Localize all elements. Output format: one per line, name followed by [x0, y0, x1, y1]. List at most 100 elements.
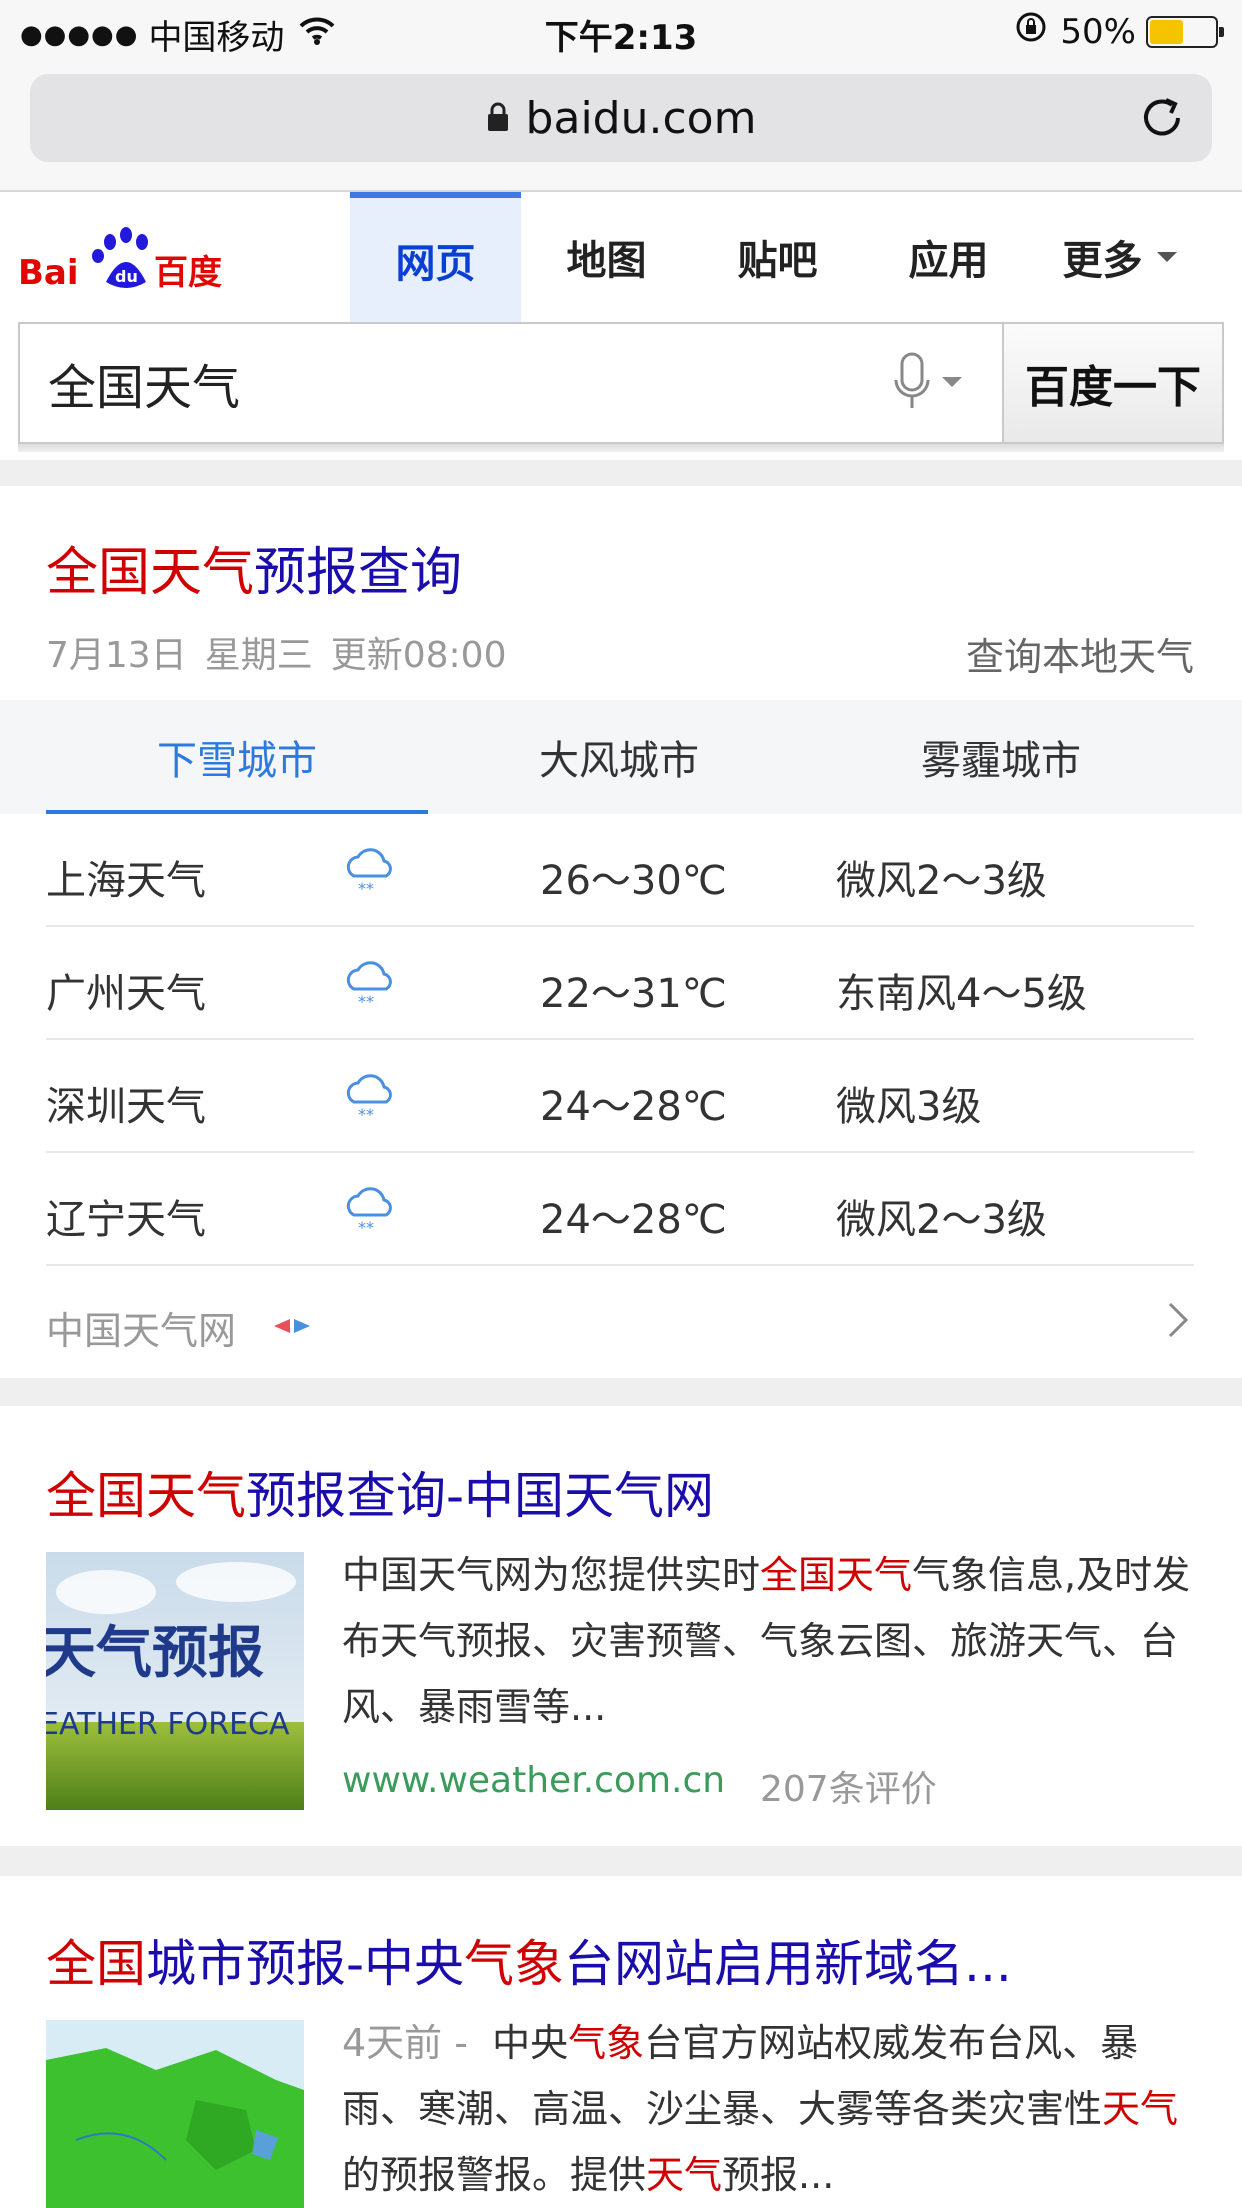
snow-cloud-icon: **	[342, 1070, 398, 1126]
tab-apps[interactable]: 应用	[863, 192, 1034, 322]
svg-text:**: **	[358, 879, 374, 898]
desc-text: 的预报警报。提供	[342, 2153, 647, 2197]
weekday: 星期三	[204, 635, 313, 676]
wind: 微风2～3级	[836, 1197, 1047, 1243]
weather-card-title[interactable]: 全国天气预报查询	[46, 530, 462, 605]
result-date: 4天前 -	[342, 2021, 468, 2065]
snow-cloud-icon: **	[342, 844, 398, 900]
result-thumbnail-map[interactable]	[46, 2020, 304, 2208]
tab-map[interactable]: 地图	[521, 192, 692, 322]
wind: 东南风4～5级	[836, 971, 1087, 1017]
browser-toolbar: baidu.com	[0, 62, 1242, 192]
desc-highlight: 气象	[568, 2021, 645, 2065]
search-query: 全国天气	[48, 360, 241, 416]
weather-row[interactable]: 深圳天气 ** 24～28℃ 微风3级	[46, 1040, 1194, 1153]
result-thumbnail-weather-forecast[interactable]: 天气预报 EATHER FORECA	[46, 1552, 304, 1810]
weather-tabs: 下雪城市 大风城市 雾霾城市	[0, 700, 1242, 814]
tab-wind-cities[interactable]: 大风城市	[428, 700, 810, 814]
svg-text:du: du	[115, 267, 138, 286]
desc-highlight: 全国天气	[760, 1553, 913, 1597]
thumb-text: 天气预报	[46, 1621, 264, 1686]
desc-highlight: 天气	[646, 2153, 723, 2197]
url-text: baidu.com	[525, 92, 757, 144]
chevron-down-icon	[942, 377, 962, 387]
status-bar: ●●●●● 中国移动 下午2:13 50%	[0, 0, 1242, 62]
result-url-1[interactable]: www.weather.com.cn	[342, 1760, 725, 1801]
title-text: 预报查询	[254, 543, 463, 603]
wind: 微风3级	[836, 1084, 982, 1130]
voice-search[interactable]	[892, 352, 962, 412]
weather-row[interactable]: 辽宁天气 ** 24～28℃ 微风2～3级	[46, 1153, 1194, 1266]
thumb-text-en: EATHER FORECA	[46, 1707, 290, 1742]
tab-snow-cities[interactable]: 下雪城市	[46, 700, 428, 814]
nav-tabs: 网页 地图 贴吧 应用 更多	[350, 192, 1205, 322]
tab-label: 更多	[1062, 238, 1143, 284]
temperature: 24～28℃	[540, 1197, 727, 1243]
battery-icon	[1146, 15, 1224, 48]
snow-cloud-icon: **	[342, 1183, 398, 1239]
temperature: 24～28℃	[540, 1084, 727, 1130]
address-bar[interactable]: baidu.com	[30, 74, 1212, 162]
tab-label: 应用	[908, 238, 989, 284]
result-title-2[interactable]: 全国城市预报-中央气象台网站启用新域名...	[46, 1924, 1012, 1996]
search-row: 全国天气 百度一下	[18, 322, 1224, 444]
svg-text:**: **	[358, 1218, 374, 1237]
tab-label: 地图	[566, 238, 647, 284]
search-input[interactable]: 全国天气	[18, 322, 1002, 444]
tab-label: 网页	[395, 241, 476, 287]
title-text: 预报查询-中国天气网	[246, 1467, 715, 1525]
result-description-1: 中国天气网为您提供实时全国天气气象信息,及时发布天气预报、灾害预警、气象云图、旅…	[342, 1542, 1202, 1740]
baidu-logo[interactable]: du Bai 百度	[18, 222, 238, 302]
microphone-icon	[894, 352, 930, 408]
desc-text: 中央	[492, 2021, 569, 2065]
desc-text: 预报...	[722, 2153, 835, 2197]
divider	[18, 444, 1224, 452]
update-time: 更新08:00	[330, 635, 507, 676]
tab-more[interactable]: 更多	[1034, 192, 1205, 322]
tab-webpage[interactable]: 网页	[350, 192, 521, 322]
local-weather-link[interactable]: 查询本地天气	[966, 626, 1194, 681]
title-highlight: 全国	[46, 1935, 146, 1993]
city-name: 上海天气	[46, 858, 206, 904]
battery-percent: 50%	[1060, 11, 1136, 52]
result-rating[interactable]: 207条评价	[760, 1760, 937, 1812]
city-name: 深圳天气	[46, 1084, 206, 1130]
city-name: 辽宁天气	[46, 1197, 206, 1243]
weather-row[interactable]: 广州天气 ** 22～31℃ 东南风4～5级	[46, 927, 1194, 1040]
result-description-2: 4天前 - 中央气象台官方网站权威发布台风、暴雨、寒潮、高温、沙尘暴、大雾等各类…	[342, 2010, 1202, 2208]
svg-text:百度: 百度	[154, 253, 222, 293]
weather-source-link[interactable]: 中国天气网	[46, 1266, 1194, 1380]
source-name: 中国天气网	[46, 1309, 237, 1353]
divider	[0, 1378, 1242, 1406]
result-title-1[interactable]: 全国天气预报查询-中国天气网	[46, 1456, 714, 1528]
snow-cloud-icon: **	[342, 957, 398, 1013]
rotation-lock-icon	[1014, 10, 1048, 53]
svg-text:**: **	[358, 992, 374, 1011]
title-highlight: 气象	[464, 1935, 565, 1993]
baidu-header: du Bai 百度 网页 地图 贴吧 应用 更多	[0, 192, 1242, 322]
svg-text:Bai: Bai	[18, 253, 79, 293]
temperature: 22～31℃	[540, 971, 727, 1017]
weather-date: 7月13日 星期三 更新08:00	[46, 626, 524, 678]
chevron-down-icon	[1156, 252, 1177, 262]
lock-icon	[486, 93, 510, 144]
search-button[interactable]: 百度一下	[1002, 322, 1224, 444]
wind: 微风2～3级	[836, 858, 1047, 904]
tab-label: 贴吧	[737, 238, 818, 284]
desc-highlight: 天气	[1102, 2087, 1179, 2131]
chevron-right-icon	[1166, 1300, 1190, 1349]
desc-text: 中国天气网为您提供实时	[342, 1553, 761, 1597]
weather-row[interactable]: 上海天气 ** 26～30℃ 微风2～3级	[46, 814, 1194, 927]
reload-icon[interactable]	[1134, 90, 1190, 146]
weather-network-logo-icon	[270, 1306, 314, 1350]
title-text: 台网站启用新域名...	[564, 1935, 1012, 1993]
temperature: 26～30℃	[540, 858, 727, 904]
tab-tieba[interactable]: 贴吧	[692, 192, 863, 322]
tab-haze-cities[interactable]: 雾霾城市	[810, 700, 1192, 814]
divider	[0, 1846, 1242, 1876]
title-text: 城市预报-中央	[146, 1935, 465, 1993]
city-name: 广州天气	[46, 971, 206, 1017]
divider	[0, 460, 1242, 486]
title-highlight: 全国天气	[46, 543, 255, 603]
date: 7月13日	[46, 635, 187, 676]
